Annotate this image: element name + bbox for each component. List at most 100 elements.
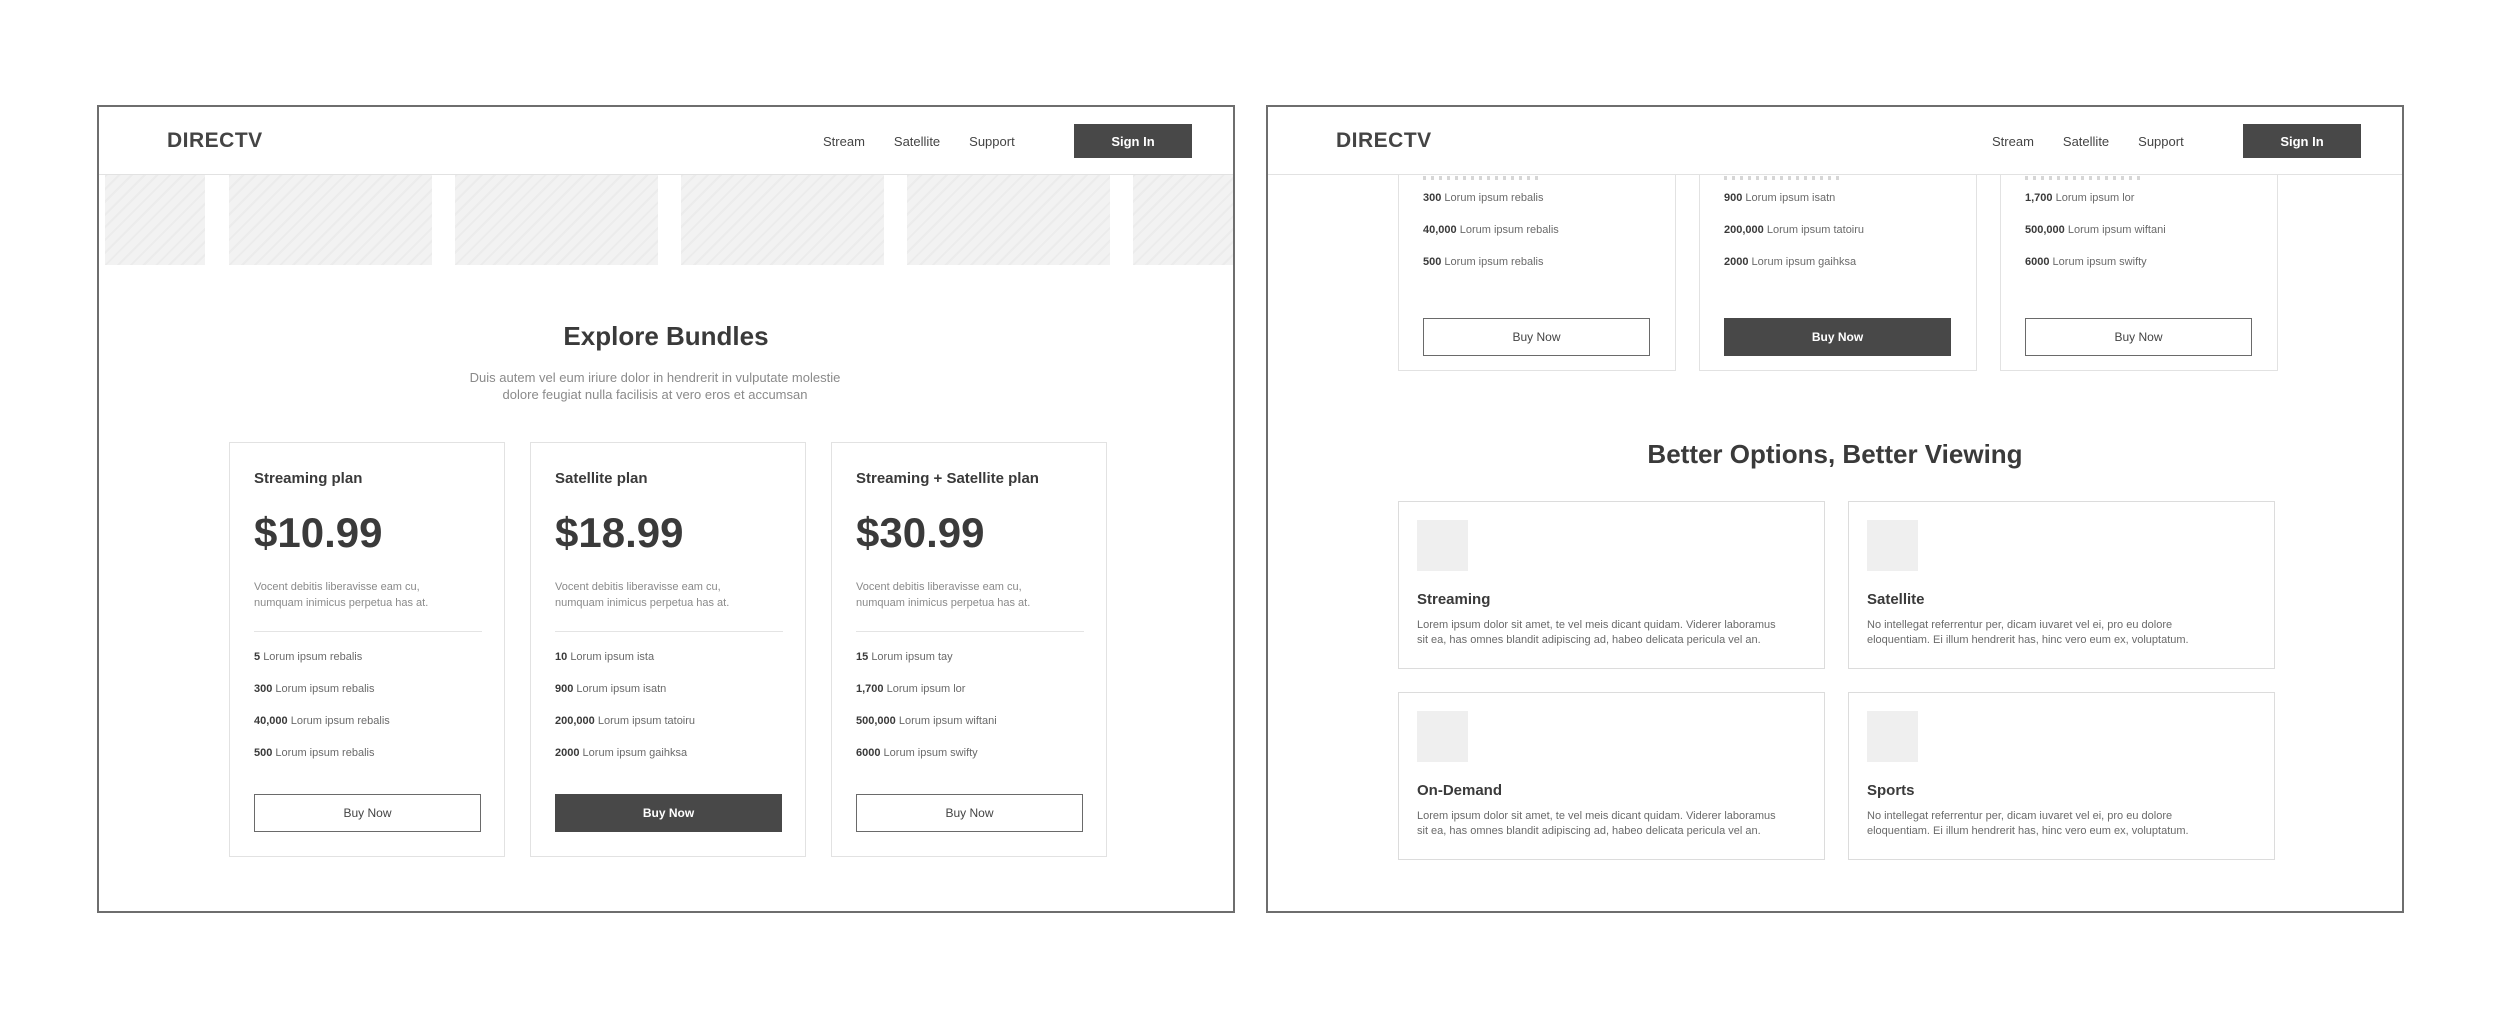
plan-card-streaming-satellite: Streaming + Satellite plan $30.99 Vocent… — [831, 442, 1107, 857]
plan-feature: 900 Lorum ipsum isatn — [555, 683, 666, 695]
feature-text: Lorum ipsum lor — [886, 683, 966, 695]
feature-count: 1,700 — [856, 683, 884, 695]
nav-link-support[interactable]: Support — [2138, 134, 2184, 149]
carousel-image-placeholder[interactable] — [455, 175, 658, 265]
feature-count: 5 — [254, 651, 261, 663]
plan-card-streaming: Streaming plan $10.99 Vocent debitis lib… — [229, 442, 505, 857]
option-image-placeholder — [1417, 520, 1468, 571]
carousel-image-placeholder[interactable] — [1133, 175, 1233, 265]
section-subtitle-line: Duis autem vel eum iriure dolor in hendr… — [469, 370, 841, 385]
plan-name: Streaming + Satellite plan — [856, 470, 1039, 487]
option-card-streaming[interactable]: Streaming Lorem ipsum dolor sit amet, te… — [1398, 501, 1825, 669]
feature-text: Lorum ipsum rebalis — [1459, 224, 1559, 236]
option-description: Lorem ipsum dolor sit amet, te vel meis … — [1417, 618, 1817, 648]
feature-count: 900 — [555, 683, 574, 695]
plan-feature: 300 Lorum ipsum rebalis — [1423, 192, 1543, 204]
feature-text: Lorum ipsum swifty — [883, 747, 978, 759]
section-title-better-options: Better Options, Better Viewing — [1647, 439, 2023, 469]
feature-text: Lorum ipsum rebalis — [1444, 192, 1544, 204]
plan-price: $18.99 — [555, 509, 684, 556]
plan-description-line: numquam inimicus perpetua has at. — [856, 597, 1031, 609]
feature-text: Lorum ipsum gaihksa — [1751, 256, 1857, 268]
plan-feature: 40,000 Lorum ipsum rebalis — [254, 715, 390, 727]
nav-link-support[interactable]: Support — [969, 134, 1015, 149]
carousel-image-placeholder[interactable] — [907, 175, 1110, 265]
plan-description-line: Vocent debitis liberavisse eam cu, — [254, 581, 420, 593]
nav-link-satellite[interactable]: Satellite — [2063, 134, 2109, 149]
nav-links: Stream Satellite Support — [1992, 134, 2184, 149]
plan-description: Vocent debitis liberavisse eam cu, numqu… — [856, 579, 1088, 611]
option-card-satellite[interactable]: Satellite No intellegat referrentur per,… — [1848, 501, 2275, 669]
option-description-line: Lorem ipsum dolor sit amet, te vel meis … — [1417, 619, 1776, 631]
feature-count: 40,000 — [254, 715, 288, 727]
plan-divider — [856, 631, 1084, 632]
carousel-image-placeholder[interactable] — [229, 175, 432, 265]
option-title: Satellite — [1867, 591, 1925, 608]
option-description: No intellegat referrentur per, dicam iuv… — [1867, 618, 2267, 648]
plan-feature: 200,000 Lorum ipsum tatoiru — [1724, 224, 1864, 236]
feature-count: 6000 — [856, 747, 881, 759]
option-title: Sports — [1867, 782, 1915, 799]
feature-count: 200,000 — [555, 715, 595, 727]
plan-description-line: numquam inimicus perpetua has at. — [254, 597, 429, 609]
plan-feature: 2000 Lorum ipsum gaihksa — [1724, 256, 1856, 268]
option-description-line: sit ea, has omnes blandit adipiscing ad,… — [1417, 825, 1761, 837]
nav-link-stream[interactable]: Stream — [823, 134, 865, 149]
option-image-placeholder — [1867, 520, 1918, 571]
plan-feature: 5 Lorum ipsum rebalis — [254, 651, 362, 663]
buy-now-button[interactable]: Buy Now — [1423, 318, 1650, 356]
plan-feature: 6000 Lorum ipsum swifty — [856, 747, 978, 759]
section-subtitle-line: dolore feugiat nulla facilisis at vero e… — [502, 387, 808, 402]
plan-feature: 2000 Lorum ipsum gaihksa — [555, 747, 687, 759]
option-title: Streaming — [1417, 591, 1491, 608]
feature-count: 1,700 — [2025, 192, 2053, 204]
feature-text: Lorum ipsum rebalis — [1444, 256, 1544, 268]
plan-feature: 500,000 Lorum ipsum wiftani — [2025, 224, 2166, 236]
plan-name: Satellite plan — [555, 470, 648, 487]
feature-text: Lorum ipsum tatoiru — [1766, 224, 1865, 236]
nav-link-satellite[interactable]: Satellite — [894, 134, 940, 149]
sign-in-button[interactable]: Sign In — [1074, 124, 1192, 158]
plan-feature: 1,700 Lorum ipsum lor — [856, 683, 965, 695]
top-navigation: DIRECTV Stream Satellite Support Sign In — [1268, 107, 2402, 175]
feature-count: 10 — [555, 651, 568, 663]
feature-text: Lorum ipsum rebalis — [275, 683, 375, 695]
buy-now-button[interactable]: Buy Now — [254, 794, 481, 832]
carousel-image-placeholder[interactable] — [681, 175, 884, 265]
plan-feature: 200,000 Lorum ipsum tatoiru — [555, 715, 695, 727]
plan-feature: 500 Lorum ipsum rebalis — [254, 747, 374, 759]
buy-now-button[interactable]: Buy Now — [555, 794, 782, 832]
option-description-line: eloquentiam. Ei illum hendrerit has, hin… — [1867, 634, 2189, 646]
plan-price: $10.99 — [254, 509, 383, 556]
option-description: No intellegat referrentur per, dicam iuv… — [1867, 809, 2267, 839]
feature-count: 900 — [1724, 192, 1743, 204]
nav-link-stream[interactable]: Stream — [1992, 134, 2034, 149]
feature-text: Lorum ipsum isatn — [576, 683, 667, 695]
carousel-image-placeholder[interactable] — [105, 175, 205, 265]
option-description-line: No intellegat referrentur per, dicam iuv… — [1867, 810, 2173, 822]
section-title-explore-bundles: Explore Bundles — [563, 321, 769, 351]
option-card-sports[interactable]: Sports No intellegat referrentur per, di… — [1848, 692, 2275, 860]
plan-description-line: Vocent debitis liberavisse eam cu, — [856, 581, 1022, 593]
feature-text: Lorum ipsum tay — [871, 651, 953, 663]
feature-text: Lorum ipsum isatn — [1745, 192, 1836, 204]
option-card-on-demand[interactable]: On-Demand Lorem ipsum dolor sit amet, te… — [1398, 692, 1825, 860]
sign-in-button[interactable]: Sign In — [2243, 124, 2361, 158]
buy-now-button[interactable]: Buy Now — [856, 794, 1083, 832]
directv-logo[interactable]: DIRECTV — [1336, 129, 1432, 153]
plan-divider — [555, 631, 783, 632]
buy-now-button[interactable]: Buy Now — [1724, 318, 1951, 356]
option-image-placeholder — [1867, 711, 1918, 762]
cut-off-text — [2025, 176, 2145, 180]
plan-feature: 15 Lorum ipsum tay — [856, 651, 953, 663]
directv-logo[interactable]: DIRECTV — [167, 129, 263, 153]
buy-now-button[interactable]: Buy Now — [2025, 318, 2252, 356]
top-navigation: DIRECTV Stream Satellite Support Sign In — [99, 107, 1233, 175]
bundles-page-view: DIRECTV Stream Satellite Support Sign In… — [97, 105, 1235, 913]
cut-off-text — [1423, 176, 1543, 180]
plan-card-satellite: Satellite plan $18.99 Vocent debitis lib… — [530, 442, 806, 857]
feature-text: Lorum ipsum swifty — [2052, 256, 2147, 268]
feature-count: 2000 — [555, 747, 580, 759]
feature-count: 40,000 — [1423, 224, 1457, 236]
feature-count: 500 — [1423, 256, 1442, 268]
